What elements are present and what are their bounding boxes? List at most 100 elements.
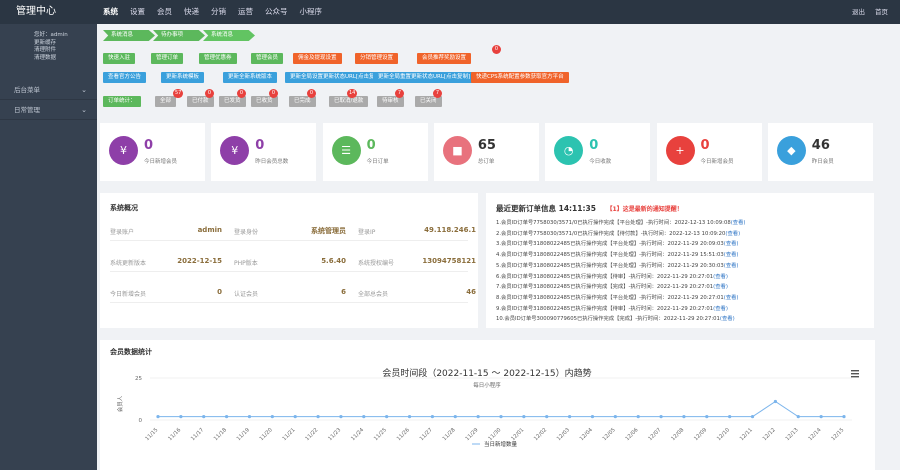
quick-button[interactable]: 快递CPS系统配置参数获取官方平台 (471, 72, 569, 83)
top-bar: 管理中心 系统 设置 会员 快递 分销 运营 公众号 小程序 退出 首页 (0, 0, 900, 24)
x-tick-label: 11/17 (190, 427, 205, 442)
quick-button[interactable]: 更新全局重置更新状态URL[点击复制] (373, 72, 476, 83)
order-filter-button[interactable]: 全部 (155, 96, 177, 107)
x-tick-label: 12/06 (625, 427, 640, 442)
x-tick-label: 12/09 (693, 427, 708, 442)
top-nav-item[interactable]: 分销 (205, 0, 232, 24)
top-right-link[interactable]: 首页 (875, 0, 888, 24)
step-tab[interactable]: 系统消息 (103, 30, 155, 41)
log-view-link[interactable]: (查看) (731, 220, 746, 226)
user-link[interactable]: 清理附件 (34, 47, 97, 55)
hamburger-menu-icon[interactable] (851, 373, 859, 375)
log-view-link[interactable]: (查看) (724, 295, 739, 301)
x-tick-label: 11/24 (350, 427, 365, 442)
top-nav-item[interactable]: 运营 (232, 0, 259, 24)
log-line: 3.会员ID订单号31808022485已执行操作完成【平台处理】-执行时间：2… (496, 239, 739, 247)
data-point (682, 415, 686, 419)
sidebar-item[interactable]: 后台菜单 ⌄ (0, 80, 97, 100)
quick-button[interactable]: 更新全局设置更新状态URL[点击复制] (285, 72, 388, 83)
quick-button[interactable]: 会员推荐奖励设置 (417, 53, 472, 64)
top-nav-item[interactable]: 系统 (97, 0, 124, 24)
x-tick-label: 11/15 (144, 427, 159, 442)
order-filter-button[interactable]: 已取消/退款 (329, 96, 369, 107)
stat-label: 今日订单 (366, 159, 389, 165)
quick-button[interactable]: 更新系统模板 (161, 72, 205, 83)
data-point (453, 415, 457, 419)
log-view-link[interactable]: (查看) (713, 274, 728, 280)
x-tick-label: 12/03 (556, 427, 571, 442)
stat-icon: ■ (442, 136, 472, 165)
log-line: 1.会员ID订单号7758030/3571/0已执行操作完成【平台处理】-执行时… (496, 218, 745, 226)
y-tick-label: 25 (135, 376, 142, 382)
log-line: 8.会员ID订单号31808022485已执行操作完成【平台处理】-执行时间：2… (496, 293, 739, 301)
top-right-link[interactable]: 退出 (852, 0, 865, 24)
stat-card: ¥0 昨日会员总数 (211, 123, 317, 181)
log-line: 7.会员ID订单号31808022485已执行操作完成【完成】-执行时间：202… (496, 282, 728, 290)
info-value: 13094758121 (422, 257, 476, 265)
legend-label[interactable]: 当日新增数量 (484, 440, 518, 448)
data-point (499, 415, 503, 419)
stat-value: 0 (589, 138, 599, 153)
x-tick-label: 12/08 (670, 427, 685, 442)
quick-button[interactable]: 快速入驻 (103, 53, 136, 64)
log-view-link[interactable]: (查看) (724, 263, 739, 269)
sidebar-item[interactable]: 日常管理 ⌄ (0, 100, 97, 120)
data-point (179, 415, 183, 419)
top-nav-item[interactable]: 会员 (151, 0, 178, 24)
stat-label: 今日新增会员 (700, 159, 734, 165)
sidebar-item-label: 后台菜单 (14, 86, 40, 94)
step-tab[interactable]: 待办事项 (153, 30, 205, 41)
series-line (158, 400, 844, 418)
log-view-link[interactable]: (查看) (713, 284, 728, 290)
order-log-alert[interactable]: 【1】这是最新的通知提醒！ (607, 206, 683, 213)
x-tick-label: 12/14 (808, 427, 823, 442)
count-badge: 0 (269, 89, 278, 98)
top-nav-item[interactable]: 小程序 (294, 0, 329, 24)
log-view-link[interactable]: (查看) (720, 316, 735, 322)
x-tick-label: 11/18 (213, 427, 228, 442)
data-point (842, 415, 846, 419)
step-tab[interactable]: 系统消息 (203, 30, 255, 41)
chart-subtitle: 每日小程序 (473, 381, 501, 389)
quick-button[interactable]: 佣金及提现设置 (293, 53, 342, 64)
hamburger-menu-icon[interactable] (851, 376, 859, 378)
user-link[interactable]: 更新缓存 (34, 40, 97, 48)
data-point (156, 415, 160, 419)
hamburger-menu-icon[interactable] (851, 370, 859, 372)
data-point (202, 415, 206, 419)
quick-button[interactable]: 管理优惠券 (199, 53, 237, 64)
info-row: 登录账户 admin 登录身份 系统管理员 登录IP 49.118.246.1 (110, 221, 476, 241)
quick-button[interactable]: 管理订单 (151, 53, 184, 64)
chevron-down-icon: ⌄ (81, 106, 87, 114)
quick-button[interactable]: 分销管理设置 (355, 53, 399, 64)
log-view-link[interactable]: (查看) (725, 231, 740, 237)
system-info-panel: 系统概况 登录账户 admin 登录身份 系统管理员 登录IP 49.118.246.1 系… (100, 193, 478, 328)
x-tick-label: 12/13 (785, 427, 800, 442)
top-nav-item[interactable]: 快递 (178, 0, 205, 24)
stat-card: ◔ 0 今日收款 (545, 123, 651, 181)
data-point (385, 415, 389, 419)
log-text: 8.会员ID订单号31808022485已执行操作完成【平台处理】-执行时间：2… (496, 294, 724, 301)
x-tick-label: 12/11 (739, 427, 754, 442)
quick-button[interactable]: 更新全新系统版本 (223, 72, 278, 83)
stat-value: 0 (700, 138, 710, 153)
data-point (430, 415, 434, 419)
stat-card: ◆ 46 昨日会员 (767, 123, 873, 181)
log-view-link[interactable]: (查看) (713, 306, 728, 312)
top-nav-item[interactable]: 公众号 (259, 0, 294, 24)
quick-button[interactable]: 查看官方公告 (103, 72, 147, 83)
log-view-link[interactable]: (查看) (724, 252, 739, 258)
log-view-link[interactable]: (查看) (724, 241, 739, 247)
data-point (636, 415, 640, 419)
x-tick-label: 11/23 (327, 427, 342, 442)
user-link[interactable]: 清理数据 (34, 55, 97, 63)
log-text: 4.会员ID订单号31808022485已执行操作完成【平台处理】-执行时间：2… (496, 252, 724, 259)
log-text: 10.会员ID订单号300090779605已执行操作完成【完成】-执行时间：2… (496, 316, 720, 323)
top-nav-item[interactable]: 设置 (124, 0, 151, 24)
member-trend-chart: 会员时间段（2022-11-15 ～ 2022-12-15）内趋势每日小程序会员… (116, 367, 859, 448)
data-point (362, 415, 366, 419)
x-tick-label: 12/02 (533, 427, 548, 442)
quick-button[interactable]: 管理会员 (251, 53, 284, 64)
info-row: 系统更新版本 2022-12-15 PHP版本 5.6.40 系统授权编号 1309475… (110, 252, 476, 272)
info-row: 今日新增会员 0 认证会员 6 全部总会员 46 (110, 283, 476, 303)
